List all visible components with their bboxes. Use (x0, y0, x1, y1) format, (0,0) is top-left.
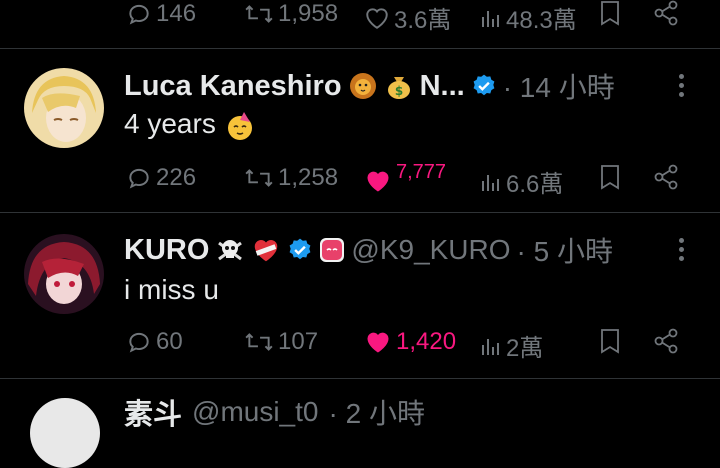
repost-button[interactable]: 1,958 (244, 0, 338, 28)
user-handle[interactable]: @K9_KURO (351, 234, 510, 266)
bookmark-icon (601, 165, 619, 190)
bookmark-button[interactable] (598, 164, 622, 190)
like-count: 3.6萬 (394, 7, 452, 34)
reply-count: 226 (156, 164, 197, 191)
like-button[interactable]: 3.6萬 (364, 0, 451, 35)
affiliate-badge-icon (320, 238, 345, 262)
heart-outline-icon (366, 7, 388, 29)
avatar[interactable] (24, 234, 104, 314)
views-icon (482, 338, 499, 355)
bookmark-icon (601, 329, 619, 354)
user-handle[interactable]: @musi_t0 (192, 396, 318, 428)
skull-crossbones-emoji-icon (218, 240, 243, 261)
views-button[interactable]: 6.6萬 (480, 164, 563, 199)
reply-icon (129, 332, 149, 353)
share-icon (654, 0, 678, 26)
share-icon (654, 164, 678, 190)
avatar[interactable] (30, 398, 100, 468)
views-button[interactable]: 48.3萬 (480, 0, 577, 35)
lion-emoji-icon (349, 73, 376, 99)
heart-filled-icon (367, 171, 389, 192)
more-options-icon[interactable] (679, 238, 684, 261)
display-name[interactable]: 素斗 (124, 391, 182, 433)
display-name[interactable]: KURO (124, 234, 209, 267)
views-button[interactable]: 2萬 (480, 328, 543, 363)
tweet-body: 4 years (124, 108, 216, 139)
divider (0, 378, 720, 379)
tweet-body: i miss u (124, 274, 219, 305)
reply-count: 60 (156, 328, 183, 355)
repost-count: 1,258 (278, 164, 339, 191)
more-options-icon[interactable] (679, 74, 684, 97)
views-count: 6.6萬 (506, 171, 564, 198)
like-button[interactable]: 1,420 (364, 328, 456, 356)
display-name[interactable]: Luca Kaneshiro (124, 70, 342, 103)
repost-button[interactable]: 107 (244, 328, 318, 356)
tweet-time[interactable]: · 14 小時 (503, 66, 615, 106)
like-count: 7,777 (396, 160, 447, 183)
views-count: 48.3萬 (506, 7, 577, 34)
like-button[interactable]: 7,777 (364, 160, 446, 194)
reply-button[interactable]: 146 (126, 0, 196, 28)
mending-heart-emoji-icon (255, 240, 278, 262)
repost-button[interactable]: 1,258 (244, 164, 338, 192)
heart-filled-icon (367, 332, 389, 353)
name-suffix: N... (419, 69, 465, 102)
views-icon (482, 10, 499, 27)
bookmark-icon (601, 1, 619, 26)
repost-icon (245, 169, 273, 187)
divider (0, 212, 720, 213)
tweet-time[interactable]: · 5 小時 (517, 230, 613, 270)
verified-badge-icon (289, 238, 311, 260)
share-button[interactable] (652, 0, 680, 26)
reply-button[interactable]: 60 (126, 328, 183, 356)
divider (0, 48, 720, 49)
svg-text:$: $ (394, 84, 402, 98)
money-bag-emoji-icon: $ (387, 77, 410, 99)
bookmark-button[interactable] (598, 328, 622, 354)
views-count: 2萬 (506, 335, 544, 362)
repost-icon (245, 5, 273, 23)
share-icon (654, 328, 678, 354)
share-button[interactable] (652, 328, 680, 354)
partying-face-emoji-icon (227, 111, 252, 140)
reply-button[interactable]: 226 (126, 164, 196, 192)
reply-icon (129, 4, 149, 25)
tweet-text: 4 years (124, 108, 256, 142)
repost-count: 1,958 (278, 0, 339, 27)
reply-count: 146 (156, 0, 197, 27)
avatar[interactable] (24, 68, 104, 148)
like-count: 1,420 (396, 328, 457, 355)
verified-badge-icon (473, 74, 495, 96)
reply-icon (129, 168, 149, 189)
share-button[interactable] (652, 164, 680, 190)
bookmark-button[interactable] (598, 0, 622, 26)
repost-icon (245, 333, 273, 351)
views-icon (482, 174, 499, 191)
repost-count: 107 (278, 328, 319, 355)
tweet-time[interactable]: · 2 小時 (328, 392, 424, 432)
